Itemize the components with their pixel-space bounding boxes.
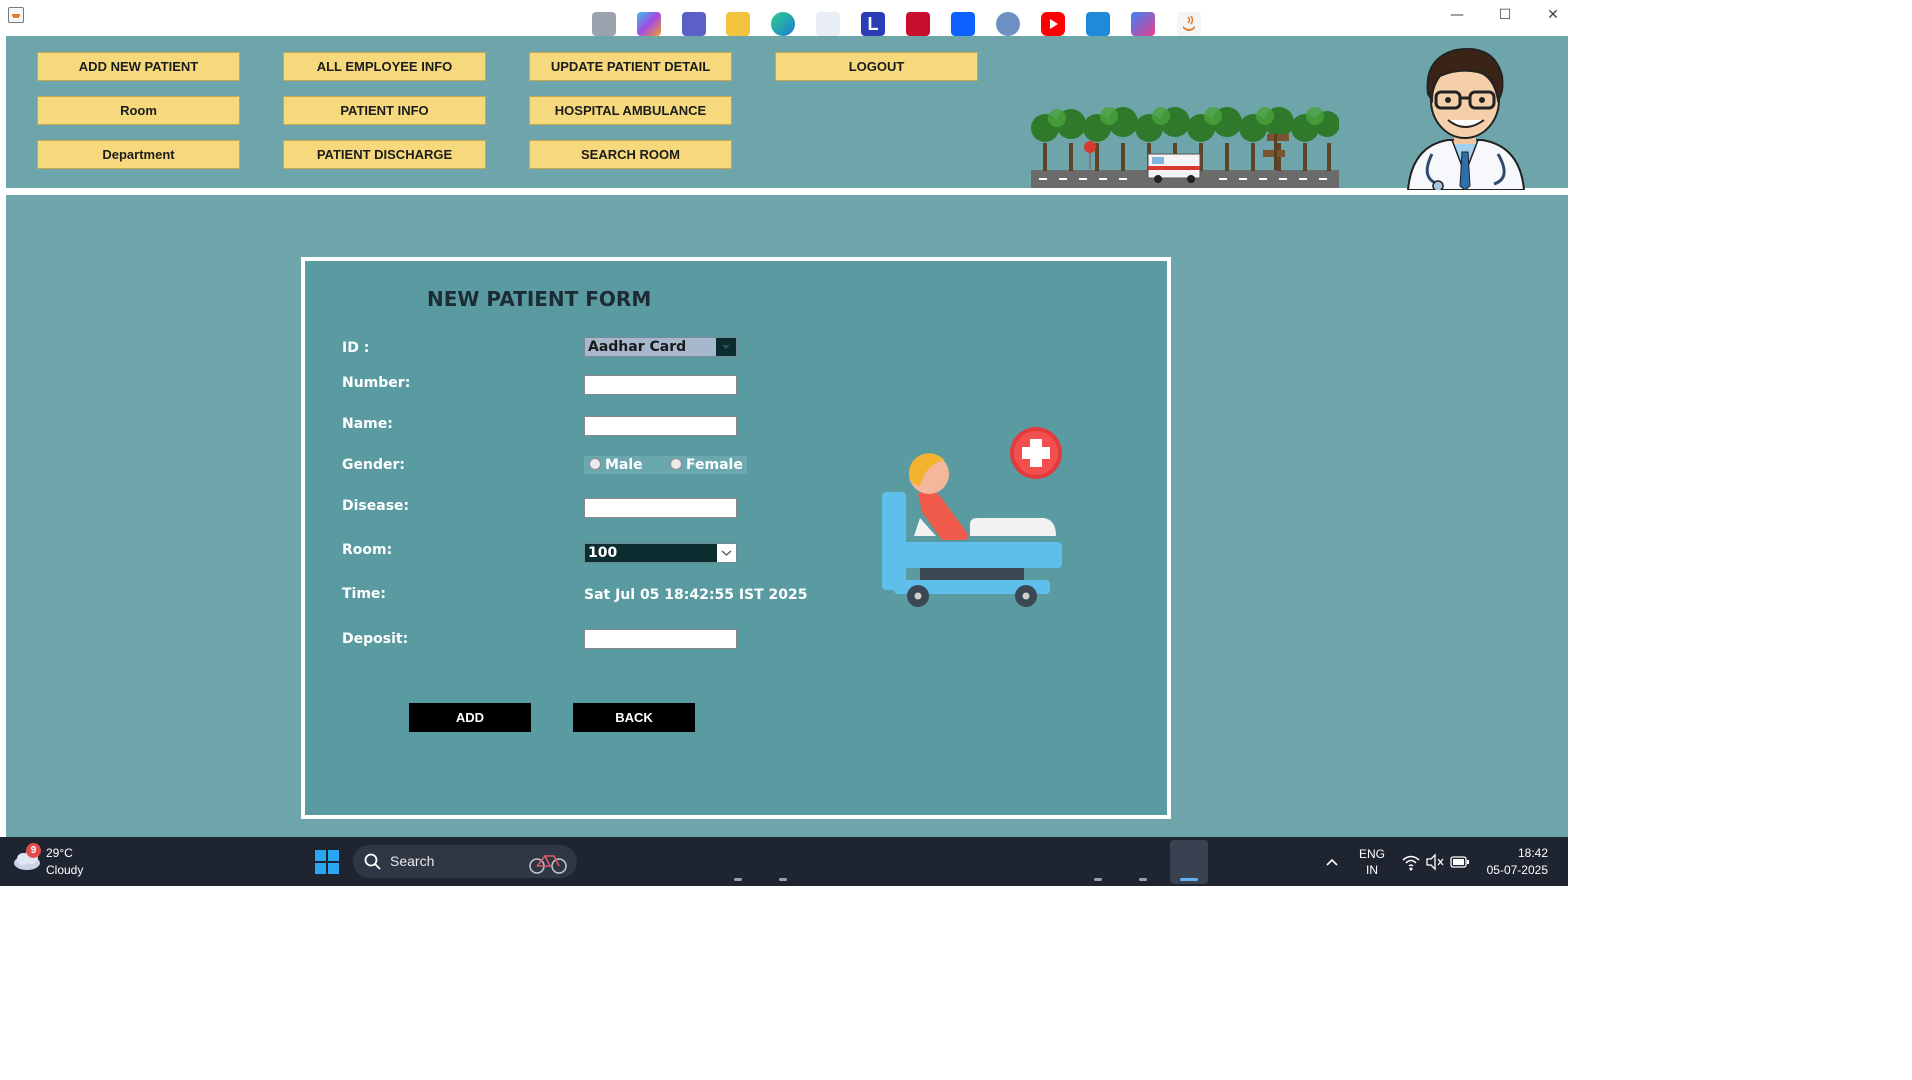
- dropbox-icon[interactable]: [951, 12, 975, 36]
- male-radio[interactable]: [589, 458, 601, 470]
- number-field[interactable]: [584, 375, 737, 395]
- intellij-icon[interactable]: [1131, 12, 1155, 36]
- wifi-icon[interactable]: [1401, 853, 1421, 871]
- search-placeholder: Search: [390, 853, 435, 869]
- running-indicator: [1139, 878, 1147, 881]
- hospital-ambulance-button[interactable]: HOSPITAL AMBULANCE: [529, 96, 732, 125]
- clock-date[interactable]: 05-07-2025: [1476, 862, 1548, 878]
- running-indicator: [1094, 878, 1102, 881]
- id-type-dropdown[interactable]: Aadhar Card: [584, 337, 737, 357]
- search-room-button[interactable]: SEARCH ROOM: [529, 140, 732, 169]
- room-value: 100: [588, 545, 618, 561]
- room-dropdown[interactable]: 100: [584, 543, 737, 563]
- id-type-value: Aadhar Card: [585, 338, 716, 356]
- speaker-muted-icon[interactable]: [1425, 853, 1445, 871]
- weather-badge: 9: [26, 843, 41, 858]
- name-field[interactable]: [584, 416, 737, 436]
- active-indicator: [1180, 878, 1198, 881]
- gender-label: Gender:: [342, 457, 405, 473]
- close-button[interactable]: ✕: [1538, 4, 1568, 26]
- vscode-icon[interactable]: [1086, 12, 1110, 36]
- maximize-button[interactable]: ☐: [1490, 4, 1520, 26]
- room-label: Room:: [342, 542, 393, 558]
- task-view-icon[interactable]: [592, 12, 616, 36]
- add-new-patient-button[interactable]: ADD NEW PATIENT: [37, 52, 240, 81]
- start-icon[interactable]: [315, 850, 339, 874]
- form-title: NEW PATIENT FORM: [427, 287, 652, 311]
- patient-bed-illustration: [882, 427, 1062, 607]
- weather-temp[interactable]: 29°C: [46, 845, 73, 861]
- deposit-label: Deposit:: [342, 631, 409, 647]
- deposit-field[interactable]: [584, 629, 737, 649]
- id-label: ID :: [342, 340, 370, 356]
- time-label: Time:: [342, 586, 387, 602]
- patient-discharge-button[interactable]: PATIENT DISCHARGE: [283, 140, 486, 169]
- copilot-icon[interactable]: [637, 12, 661, 36]
- weather-desc[interactable]: Cloudy: [46, 862, 83, 878]
- disease-field[interactable]: [584, 498, 737, 518]
- mcafee-icon[interactable]: [906, 12, 930, 36]
- edge-icon[interactable]: [771, 12, 795, 36]
- running-indicator: [734, 878, 742, 881]
- doctor-avatar: [1406, 48, 1526, 190]
- all-employee-info-button[interactable]: ALL EMPLOYEE INFO: [283, 52, 486, 81]
- battery-icon[interactable]: [1450, 855, 1470, 869]
- name-label: Name:: [342, 416, 393, 432]
- language-indicator[interactable]: ENG: [1356, 846, 1388, 862]
- number-label: Number:: [342, 375, 411, 391]
- logout-button[interactable]: LOGOUT: [775, 52, 978, 81]
- teams-icon[interactable]: [682, 12, 706, 36]
- language-region[interactable]: IN: [1356, 862, 1388, 878]
- java-icon[interactable]: [1177, 12, 1201, 36]
- disease-label: Disease:: [342, 498, 410, 514]
- ambulance-road-illustration: [1031, 107, 1339, 188]
- department-button[interactable]: Department: [37, 140, 240, 169]
- chevron-down-icon[interactable]: [716, 338, 736, 356]
- female-radio-label[interactable]: Female: [686, 457, 743, 473]
- bicycle-icon: [529, 855, 567, 874]
- chevron-down-icon[interactable]: [717, 544, 736, 562]
- female-radio[interactable]: [670, 458, 682, 470]
- add-button[interactable]: ADD: [409, 703, 531, 732]
- java-app-icon: [8, 7, 24, 23]
- room-button[interactable]: Room: [37, 96, 240, 125]
- file-explorer-icon[interactable]: [726, 12, 750, 36]
- minimize-button[interactable]: —: [1442, 4, 1472, 26]
- time-value: Sat Jul 05 18:42:55 IST 2025: [584, 587, 808, 603]
- male-radio-label[interactable]: Male: [605, 457, 643, 473]
- back-button[interactable]: BACK: [573, 703, 695, 732]
- l-app-icon[interactable]: L: [861, 12, 885, 36]
- update-patient-detail-button[interactable]: UPDATE PATIENT DETAIL: [529, 52, 732, 81]
- store-icon[interactable]: [816, 12, 840, 36]
- discord-icon[interactable]: [996, 12, 1020, 36]
- patient-info-button[interactable]: PATIENT INFO: [283, 96, 486, 125]
- search-icon: [364, 853, 381, 870]
- gender-radio-group: Male Female: [584, 456, 747, 474]
- running-indicator: [779, 878, 787, 881]
- chevron-up-icon[interactable]: [1324, 855, 1340, 869]
- youtube-icon[interactable]: [1041, 12, 1065, 36]
- clock-time[interactable]: 18:42: [1486, 845, 1548, 861]
